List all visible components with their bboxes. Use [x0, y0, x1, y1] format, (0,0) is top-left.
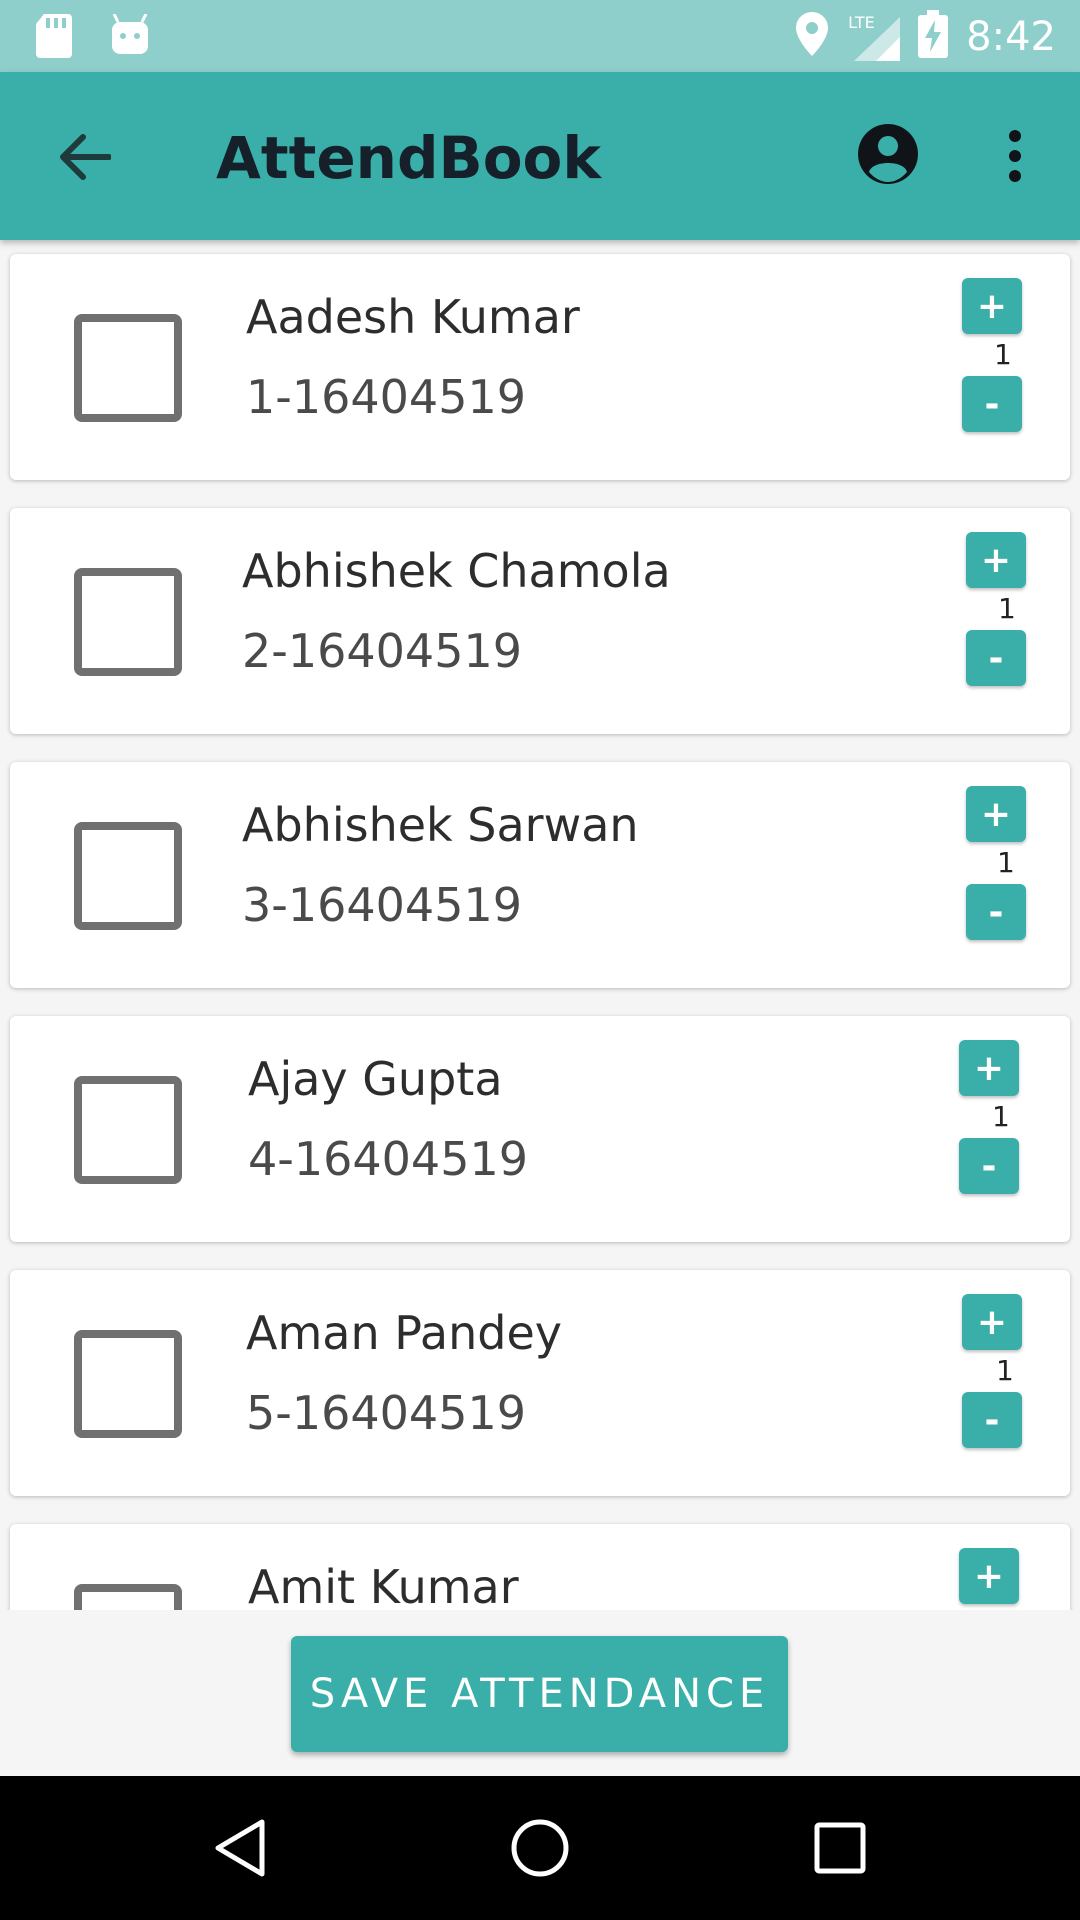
student-name: Abhishek Sarwan [242, 798, 639, 852]
decrement-button[interactable]: - [962, 376, 1022, 432]
student-name: Amit Kumar [248, 1560, 519, 1610]
student-name: Aadesh Kumar [246, 290, 580, 344]
circle-home-icon [511, 1819, 569, 1877]
attendance-checkbox[interactable] [74, 314, 182, 422]
decrement-button[interactable]: - [966, 884, 1026, 940]
square-recents-icon [814, 1822, 866, 1874]
location-icon [796, 12, 829, 61]
student-card: Aman Pandey 5-16404519 + 1 - [10, 1270, 1070, 1496]
battery-charging-icon [918, 10, 949, 63]
account-circle-icon [858, 124, 918, 184]
arrow-back-icon [60, 134, 111, 180]
nav-home-button[interactable] [500, 1808, 580, 1888]
student-card: Amit Kumar + [10, 1524, 1070, 1610]
save-attendance-button[interactable]: SAVE ATTENDANCE [291, 1636, 788, 1752]
student-name: Abhishek Chamola [242, 544, 671, 598]
bottom-action-area: SAVE ATTENDANCE [0, 1610, 1080, 1776]
decrement-button[interactable]: - [959, 1138, 1019, 1194]
student-roll: 4-16404519 [248, 1132, 528, 1186]
increment-button[interactable]: + [959, 1548, 1019, 1604]
student-card: Ajay Gupta 4-16404519 + 1 - [10, 1016, 1070, 1242]
clock: 8:42 [966, 13, 1056, 60]
count-value: 1 [998, 592, 1016, 625]
count-value: 1 [992, 1100, 1010, 1133]
nav-recents-button[interactable] [800, 1808, 880, 1888]
app-bar: AttendBook [0, 72, 1080, 240]
student-name: Aman Pandey [246, 1306, 562, 1360]
student-name: Ajay Gupta [248, 1052, 503, 1106]
count-value: 1 [994, 338, 1012, 371]
account-button[interactable] [850, 116, 926, 192]
increment-button[interactable]: + [962, 1294, 1022, 1350]
attendance-checkbox[interactable] [74, 822, 182, 930]
status-bar: LTE 8:42 [0, 0, 1080, 72]
increment-button[interactable]: + [966, 786, 1026, 842]
nav-back-button[interactable] [200, 1808, 280, 1888]
decrement-button[interactable]: - [966, 630, 1026, 686]
navigation-bar [0, 1776, 1080, 1920]
count-value: 1 [997, 846, 1015, 879]
student-card: Abhishek Sarwan 3-16404519 + 1 - [10, 762, 1070, 988]
increment-button[interactable]: + [962, 278, 1022, 334]
system-icons: LTE 8:42 [796, 10, 1056, 63]
more-vert-icon [1009, 130, 1021, 182]
student-roll: 3-16404519 [242, 878, 522, 932]
back-button[interactable] [50, 122, 120, 192]
student-roll: 2-16404519 [242, 624, 522, 678]
attendance-checkbox[interactable] [74, 1330, 182, 1438]
student-card: Aadesh Kumar 1-16404519 + 1 - [10, 254, 1070, 480]
student-roll: 1-16404519 [246, 370, 526, 424]
increment-button[interactable]: + [966, 532, 1026, 588]
android-icon [110, 13, 150, 63]
attendance-checkbox[interactable] [74, 1584, 182, 1610]
count-value: 1 [996, 1354, 1014, 1387]
app-title: AttendBook [216, 124, 601, 192]
student-card: Abhishek Chamola 2-16404519 + 1 - [10, 508, 1070, 734]
student-list[interactable]: Aadesh Kumar 1-16404519 + 1 - Abhishek C… [0, 240, 1080, 1610]
overflow-menu-button[interactable] [990, 118, 1040, 194]
attendance-checkbox[interactable] [74, 568, 182, 676]
notification-icons [36, 13, 150, 63]
signal-icon: LTE [846, 13, 901, 61]
decrement-button[interactable]: - [962, 1392, 1022, 1448]
triangle-back-icon [215, 1819, 265, 1877]
student-roll: 5-16404519 [246, 1386, 526, 1440]
attendance-checkbox[interactable] [74, 1076, 182, 1184]
sd-card-icon [36, 14, 72, 63]
increment-button[interactable]: + [959, 1040, 1019, 1096]
